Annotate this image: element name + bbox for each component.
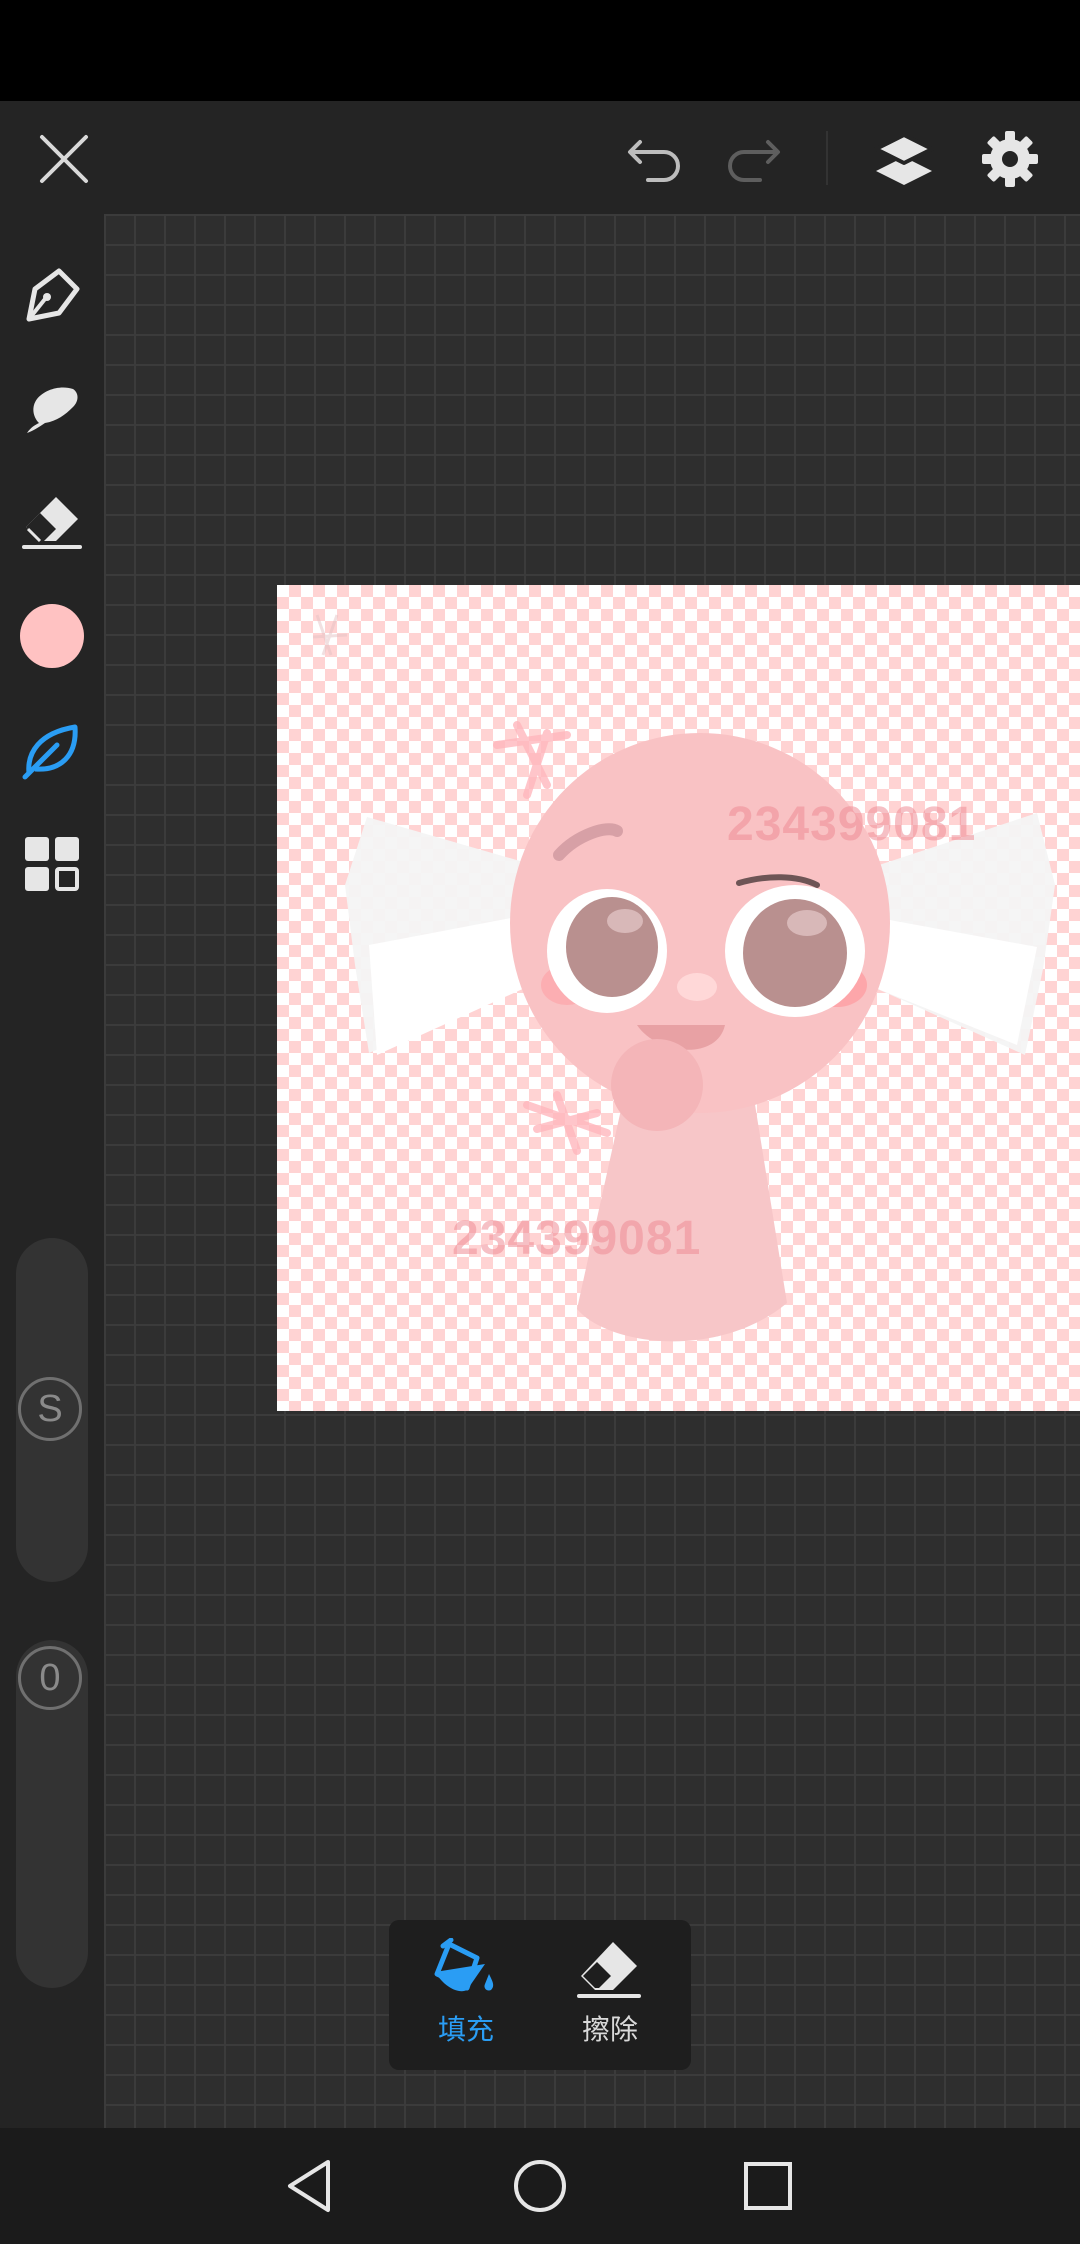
tool-eraser[interactable] xyxy=(14,484,90,560)
erase-option[interactable]: 擦除 xyxy=(555,1938,665,2056)
layers-icon xyxy=(874,133,934,185)
fill-popup: 填充 擦除 xyxy=(389,1920,691,2070)
brush-size-label: S xyxy=(37,1387,63,1430)
nav-back-button[interactable] xyxy=(280,2156,340,2216)
close-button[interactable] xyxy=(28,123,100,195)
fill-label: 填充 xyxy=(437,2013,494,2046)
tool-more[interactable] xyxy=(14,826,90,902)
settings-button[interactable] xyxy=(972,121,1048,197)
eraser-icon xyxy=(577,1942,641,1998)
fill-option[interactable]: 填充 xyxy=(411,1938,521,2056)
erase-label: 擦除 xyxy=(581,2013,638,2046)
redo-button[interactable] xyxy=(716,123,788,195)
opacity-label: 0 xyxy=(39,1656,61,1699)
toolbar-divider xyxy=(826,131,828,185)
left-toolbar: S 0 xyxy=(0,214,104,2128)
watermark-text: 234399081 xyxy=(452,1212,702,1265)
leaf-icon xyxy=(22,724,78,780)
status-bar xyxy=(0,0,1080,101)
paint-bucket-icon xyxy=(434,1938,494,1992)
tool-brush-library[interactable] xyxy=(14,712,90,788)
tool-pen[interactable] xyxy=(14,256,90,332)
layers-button[interactable] xyxy=(866,121,942,197)
drawing-canvas[interactable]: 234399081 234399081 xyxy=(277,585,1080,1411)
top-toolbar xyxy=(0,101,1080,214)
eraser-icon xyxy=(22,497,82,549)
brush-size-knob[interactable]: S xyxy=(18,1377,82,1441)
character-artwork xyxy=(312,614,1055,1342)
nav-recents-button[interactable] xyxy=(738,2156,798,2216)
canvas-workspace[interactable]: 234399081 234399081 xyxy=(104,214,1080,2128)
undo-icon xyxy=(628,140,680,182)
smudge-icon xyxy=(27,387,78,433)
grid-icon xyxy=(25,837,79,891)
tool-color-swatch[interactable] xyxy=(14,598,90,674)
pen-icon xyxy=(26,268,80,322)
watermark-text: 234399081 xyxy=(727,798,977,851)
nav-home-button[interactable] xyxy=(510,2156,570,2216)
system-nav-bar xyxy=(0,2128,1080,2244)
close-icon xyxy=(40,135,88,183)
recents-icon xyxy=(744,2162,792,2210)
tool-smudge[interactable] xyxy=(14,370,90,446)
back-icon xyxy=(288,2160,330,2212)
settings-icon xyxy=(982,131,1038,187)
redo-icon xyxy=(728,140,780,182)
opacity-knob[interactable]: 0 xyxy=(18,1646,82,1710)
home-icon xyxy=(514,2160,566,2212)
undo-button[interactable] xyxy=(620,123,692,195)
color-swatch xyxy=(20,604,84,668)
